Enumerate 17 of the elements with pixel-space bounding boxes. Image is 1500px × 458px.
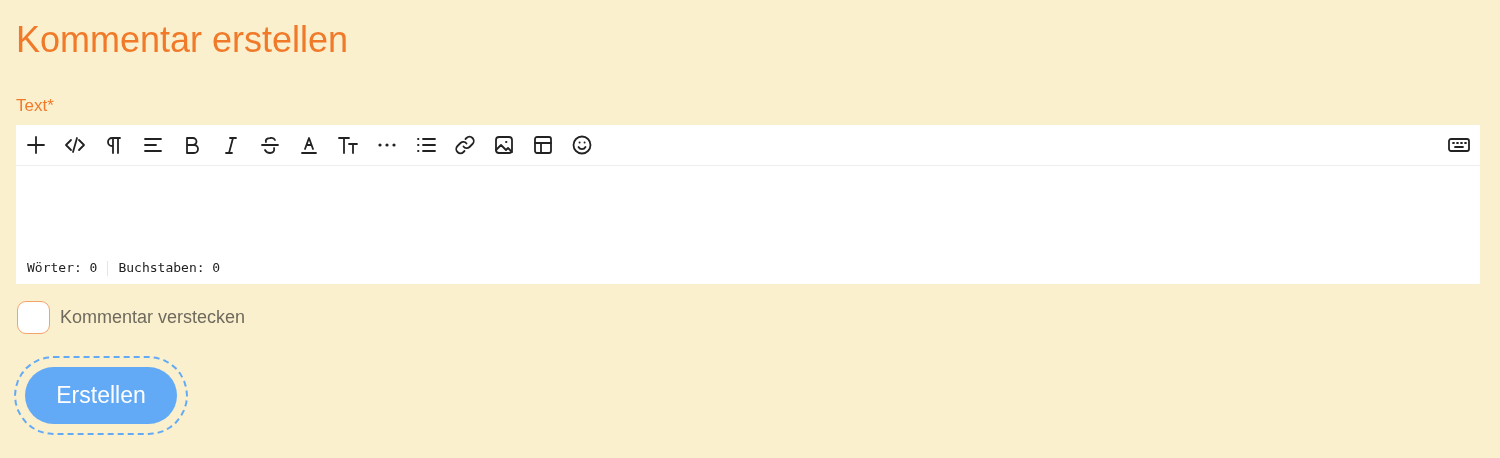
character-count: Buchstaben: 0 [118, 259, 221, 278]
emoji-icon[interactable] [571, 134, 593, 156]
strikethrough-icon[interactable] [259, 134, 281, 156]
plus-icon[interactable] [25, 134, 47, 156]
text-color-icon[interactable] [298, 134, 320, 156]
page-title: Kommentar erstellen [16, 18, 349, 62]
code-icon[interactable] [64, 134, 86, 156]
text-size-icon[interactable] [337, 134, 359, 156]
checkbox[interactable] [17, 301, 50, 334]
create-button[interactable]: Erstellen [25, 367, 177, 424]
word-count: Wörter: 0 [27, 259, 98, 278]
link-icon[interactable] [454, 134, 476, 156]
checkbox-label: Kommentar verstecken [60, 306, 246, 329]
image-icon[interactable] [493, 134, 515, 156]
keyboard-icon[interactable] [1448, 137, 1470, 153]
table-icon[interactable] [532, 134, 554, 156]
field-label: Text* [16, 96, 54, 115]
